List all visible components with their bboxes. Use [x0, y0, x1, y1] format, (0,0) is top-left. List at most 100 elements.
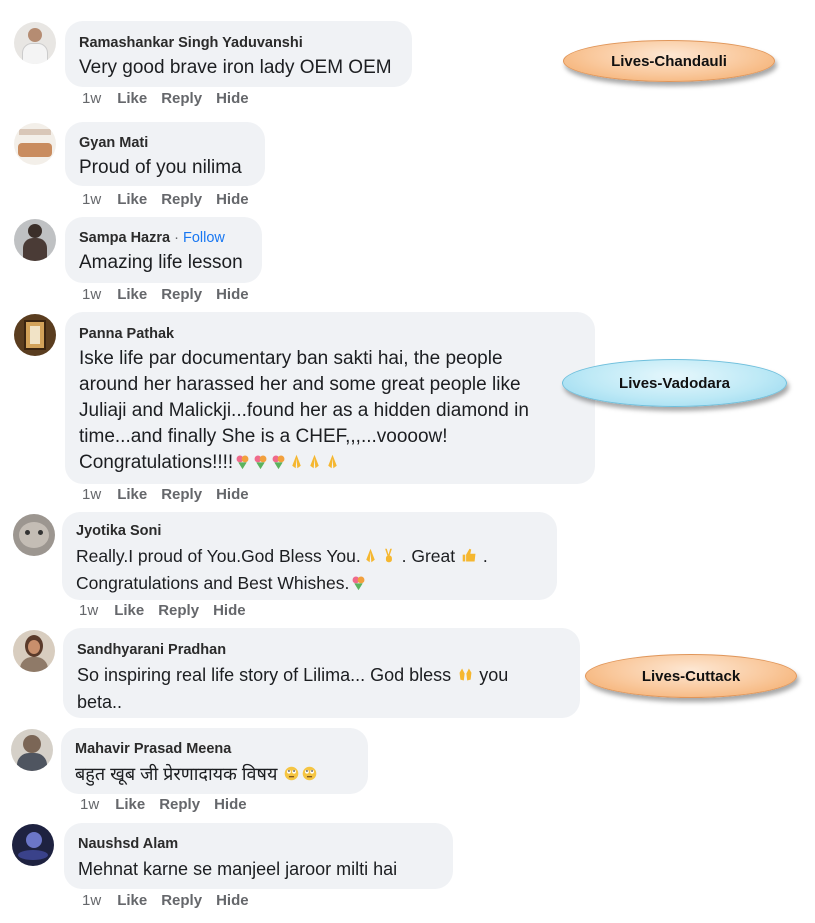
comment-bubble: Jyotika Soni Really.I proud of You.God B…	[62, 512, 557, 600]
comment-text: बहुत खूब जी प्रेरणादायक विषय	[75, 761, 354, 787]
comment-time[interactable]: 1w	[82, 191, 101, 208]
comment-author[interactable]: Gyan Mati	[79, 134, 251, 152]
hide-button[interactable]: Hide	[216, 90, 249, 107]
raising-hands-icon	[459, 668, 472, 681]
comment-text-line: Congratulations and Best Whishes.	[76, 570, 543, 597]
comment-text-line: Juliaji and Malickji...found her as a hi…	[79, 400, 529, 421]
comment-text: Iske life par documentary ban sakti hai,…	[79, 346, 581, 476]
comment-text-segment: Congratulations!!!!	[79, 452, 234, 473]
comment-author[interactable]: Mahavir Prasad Meena	[75, 740, 354, 758]
hide-button[interactable]: Hide	[216, 191, 249, 208]
like-button[interactable]: Like	[117, 892, 147, 909]
avatar[interactable]	[13, 514, 55, 556]
callout-label-cuttack: Lives-Cuttack	[585, 654, 797, 698]
comment-bubble: Panna Pathak Iske life par documentary b…	[65, 312, 595, 484]
reply-button[interactable]: Reply	[161, 191, 202, 208]
comment-actions: 1w Like Reply Hide	[82, 486, 263, 503]
comment-text-segment: बहुत खूब जी प्रेरणादायक विषय	[75, 764, 278, 784]
like-button[interactable]: Like	[117, 191, 147, 208]
callout-label-vadodara: Lives-Vadodara	[562, 359, 787, 407]
reply-button[interactable]: Reply	[158, 602, 199, 619]
comment-author[interactable]: Panna Pathak	[79, 325, 581, 343]
like-button[interactable]: Like	[117, 486, 147, 503]
bouquet-icon	[254, 455, 267, 470]
reply-button[interactable]: Reply	[161, 486, 202, 503]
comment-text: Proud of you nilima	[79, 157, 242, 178]
avatar[interactable]	[11, 729, 53, 771]
rolling-eyes-face-icon	[285, 766, 299, 781]
comment-author[interactable]: Naushsd Alam	[78, 835, 439, 853]
comment-actions: 1w Like Reply Hide	[82, 286, 263, 303]
comment-time[interactable]: 1w	[82, 486, 101, 503]
comment-text-line: Congratulations!!!!	[79, 450, 581, 476]
rolling-eyes-face-icon	[303, 766, 317, 781]
comment-actions: 1w Like Reply Hide	[80, 796, 261, 813]
avatar[interactable]	[12, 824, 54, 866]
comment-actions: 1w Like Reply Hide	[82, 892, 263, 909]
reply-button[interactable]: Reply	[159, 796, 200, 813]
comment-text-line: beta..	[77, 692, 123, 712]
comment-text-line: time...and finally She is a CHEF,,,...vo…	[79, 426, 448, 447]
victory-hand-icon	[384, 548, 392, 563]
comment-text: So inspiring real life story of Lilima..…	[77, 662, 566, 716]
comment-author[interactable]: Ramashankar Singh Yaduvanshi	[79, 34, 398, 52]
avatar[interactable]	[14, 22, 56, 64]
comment-bubble: Sampa Hazra · Follow Amazing life lesson	[65, 217, 262, 283]
like-button[interactable]: Like	[114, 602, 144, 619]
comment-time[interactable]: 1w	[82, 90, 101, 107]
reply-button[interactable]: Reply	[161, 90, 202, 107]
reply-button[interactable]: Reply	[161, 892, 202, 909]
comment-actions: 1w Like Reply Hide	[82, 191, 263, 208]
comment-text-segment: Congratulations and Best Whishes.	[76, 573, 350, 593]
comment-text-line: around her harassed her and some great p…	[79, 374, 521, 395]
comment-author[interactable]: Jyotika Soni	[76, 522, 543, 540]
callout-label-chandauli: Lives-Chandauli	[563, 40, 775, 82]
comment-time[interactable]: 1w	[80, 796, 99, 813]
comment-text-line: Iske life par documentary ban sakti hai,…	[79, 348, 503, 369]
folded-hands-icon	[310, 454, 319, 469]
comment-author: Sampa Hazra · Follow	[79, 229, 248, 247]
comment-text: Mehnat karne se manjeel jaroor milti hai	[78, 859, 398, 879]
hide-button[interactable]: Hide	[213, 602, 246, 619]
like-button[interactable]: Like	[117, 90, 147, 107]
comment-bubble: Naushsd Alam Mehnat karne se manjeel jar…	[64, 823, 453, 889]
comment-text-line: So inspiring real life story of Lilima..…	[77, 662, 566, 689]
like-button[interactable]: Like	[117, 286, 147, 303]
comment-time[interactable]: 1w	[82, 892, 101, 909]
like-button[interactable]: Like	[115, 796, 145, 813]
comment-actions: 1w Like Reply Hide	[79, 602, 260, 619]
hide-button[interactable]: Hide	[214, 796, 247, 813]
comment-author-name[interactable]: Sampa Hazra	[79, 230, 170, 246]
hide-button[interactable]: Hide	[216, 486, 249, 503]
comment-bubble: Sandhyarani Pradhan So inspiring real li…	[63, 628, 580, 718]
comment-time[interactable]: 1w	[79, 602, 98, 619]
bouquet-icon	[272, 455, 285, 470]
hide-button[interactable]: Hide	[216, 892, 249, 909]
avatar[interactable]	[14, 219, 56, 261]
comment-author[interactable]: Sandhyarani Pradhan	[77, 641, 566, 659]
thumbs-up-icon	[462, 548, 476, 562]
reply-button[interactable]: Reply	[161, 286, 202, 303]
comment-text-segment: So inspiring real life story of Lilima..…	[77, 665, 452, 685]
comment-text-segment: .	[482, 546, 488, 566]
comment-bubble: Mahavir Prasad Meena बहुत खूब जी प्रेरणा…	[61, 728, 368, 794]
avatar[interactable]	[13, 630, 55, 672]
comment-text-segment: Really.I proud of You.God Bless You.	[76, 546, 361, 566]
comment-bubble: Gyan Mati Proud of you nilima	[65, 122, 265, 186]
avatar[interactable]	[14, 123, 56, 165]
comment-actions: 1w Like Reply Hide	[82, 90, 263, 107]
comment-text: Very good brave iron lady OEM OEM	[79, 57, 392, 78]
folded-hands-icon	[366, 548, 375, 563]
comment-text: Really.I proud of You.God Bless You. . G…	[76, 543, 543, 597]
avatar[interactable]	[14, 314, 56, 356]
bouquet-icon	[352, 576, 365, 591]
bouquet-icon	[236, 455, 249, 470]
comment-bubble: Ramashankar Singh Yaduvanshi Very good b…	[65, 21, 412, 87]
comment-text: Amazing life lesson	[79, 252, 243, 273]
follow-link[interactable]: Follow	[183, 230, 225, 246]
comment-time[interactable]: 1w	[82, 286, 101, 303]
comment-text-segment: you	[479, 665, 509, 685]
folded-hands-icon	[328, 454, 337, 469]
hide-button[interactable]: Hide	[216, 286, 249, 303]
separator-dot: ·	[174, 230, 179, 246]
